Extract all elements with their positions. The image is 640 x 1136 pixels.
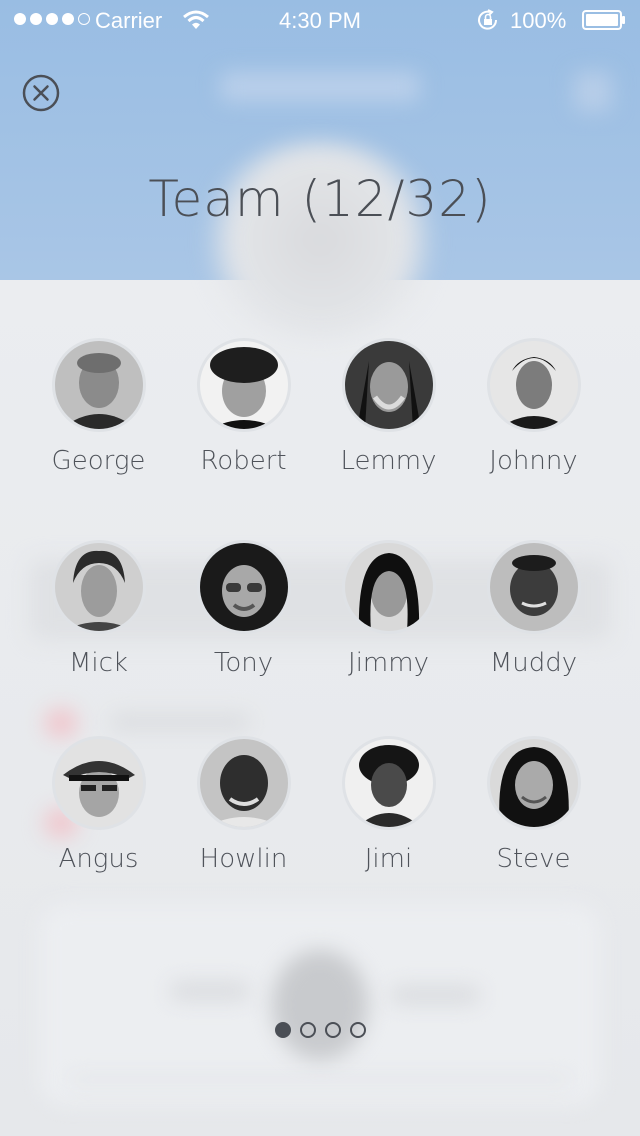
team-member[interactable]: Jimmy [316, 540, 461, 736]
team-member[interactable]: Muddy [461, 540, 606, 736]
team-member[interactable]: Angus [26, 736, 171, 938]
member-name: Muddy [489, 648, 578, 678]
page-indicator [0, 1022, 640, 1038]
page-dot[interactable] [299, 1022, 316, 1038]
rotation-lock-icon [478, 9, 498, 30]
page-dot[interactable] [324, 1022, 341, 1038]
member-name: Steve [496, 844, 571, 874]
avatar [51, 736, 146, 830]
avatar [196, 736, 291, 830]
avatar [486, 736, 581, 830]
page-dot[interactable] [349, 1022, 366, 1038]
avatar [341, 736, 436, 830]
member-name: Angus [58, 844, 139, 874]
team-member[interactable]: Robert [171, 338, 316, 540]
team-grid: George Robert Lemmy Johnny Mick Tony Jim… [26, 338, 614, 938]
avatar [196, 540, 291, 634]
member-name: Jimmy [348, 648, 429, 678]
team-member[interactable]: George [26, 338, 171, 540]
member-name: Robert [200, 446, 287, 476]
member-name: Lemmy [340, 446, 437, 476]
team-member[interactable]: Howlin [171, 736, 316, 938]
member-name: Johnny [489, 446, 578, 476]
page-title: Team (12/32) [148, 170, 492, 228]
battery-icon [582, 10, 625, 30]
team-member[interactable]: Johnny [461, 338, 606, 540]
avatar [196, 338, 291, 432]
avatar [51, 338, 146, 432]
team-member[interactable]: Lemmy [316, 338, 461, 540]
battery-percentage: 100% [510, 8, 567, 33]
avatar [486, 338, 581, 432]
avatar [486, 540, 581, 634]
page-dot[interactable] [274, 1022, 291, 1038]
avatar [51, 540, 146, 634]
avatar [341, 338, 436, 432]
member-name: Tony [213, 648, 274, 678]
close-icon[interactable] [22, 74, 60, 112]
status-bar: Carrier 4:30 PM 100% [0, 0, 640, 40]
team-member[interactable]: Jimi [316, 736, 461, 938]
team-member[interactable]: Steve [461, 736, 606, 938]
member-name: George [51, 446, 146, 476]
member-name: Howlin [199, 844, 288, 874]
member-name: Jimi [364, 844, 413, 874]
avatar [341, 540, 436, 634]
member-name: Mick [68, 648, 128, 678]
team-member[interactable]: Tony [171, 540, 316, 736]
team-member[interactable]: Mick [26, 540, 171, 736]
